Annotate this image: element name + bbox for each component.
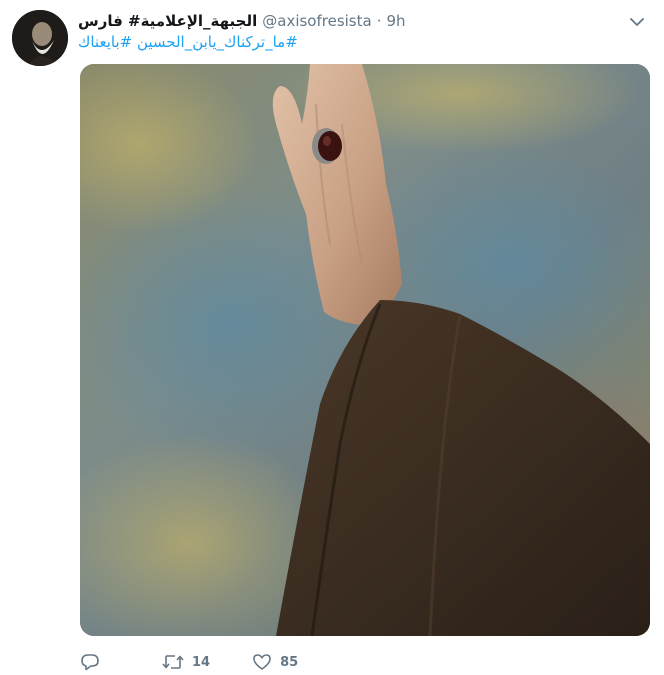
chevron-down-icon [630, 17, 644, 26]
avatar[interactable] [12, 10, 68, 66]
hashtag-link[interactable]: #بايعناك [78, 33, 132, 51]
retweet-count: 14 [192, 654, 211, 670]
retweet-button[interactable]: 14 [162, 654, 210, 670]
timestamp[interactable]: 9h [386, 12, 405, 30]
tweet-text: #ما_تركناك_يابن_الحسين #بايعناك [78, 33, 298, 55]
tweet-actions: 14 85 [80, 650, 298, 674]
avatar-image [12, 10, 68, 66]
like-button[interactable]: 85 [252, 653, 298, 671]
hashtag-link[interactable]: #ما_تركناك_يابن_الحسين [137, 33, 298, 51]
reply-icon [81, 654, 99, 671]
tweet-menu-button[interactable] [626, 12, 648, 32]
tweet-header: الجبهة_الإعلامية# فارس @axisofresista · … [78, 10, 406, 32]
tweet[interactable]: الجبهة_الإعلامية# فارس @axisofresista · … [0, 0, 664, 675]
photo-hand-raised [80, 64, 650, 636]
display-name[interactable]: الجبهة_الإعلامية# فارس [78, 12, 257, 30]
tweet-image[interactable] [80, 64, 650, 636]
like-count: 85 [280, 654, 299, 670]
reply-button[interactable] [80, 653, 102, 671]
user-handle[interactable]: @axisofresista [262, 12, 371, 30]
heart-icon [253, 654, 271, 670]
retweet-icon [162, 655, 184, 669]
separator-dot: · [376, 12, 382, 30]
